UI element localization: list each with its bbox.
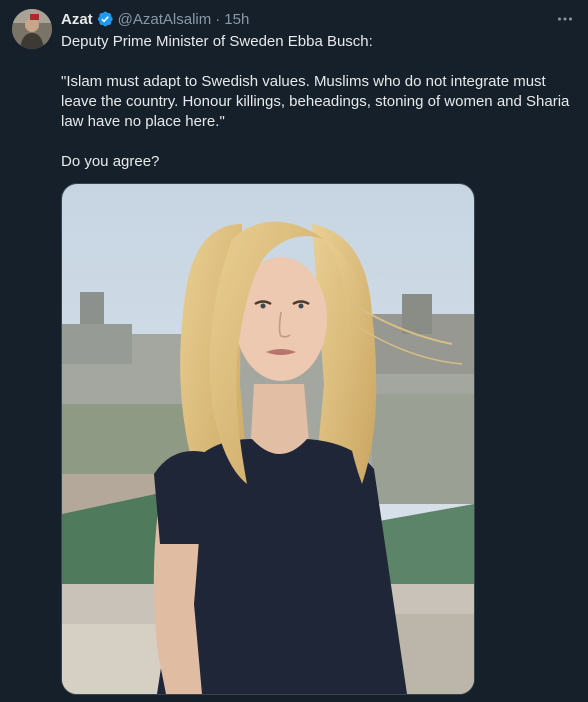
tweet: Azat @AzatAlsalim · 15h Deputy Prime Min… <box>0 0 588 702</box>
tweet-text-question: Do you agree? <box>61 153 160 170</box>
more-options-button[interactable] <box>554 8 576 30</box>
tweet-header: Azat @AzatAlsalim · 15h <box>61 9 249 29</box>
avatar[interactable] <box>12 9 52 49</box>
author-name[interactable]: Azat <box>61 11 93 28</box>
tweet-photo[interactable] <box>61 183 475 695</box>
photo-illustration <box>62 184 474 694</box>
more-options-icon <box>558 17 572 21</box>
avatar-image <box>12 9 52 49</box>
tweet-time[interactable]: 15h <box>224 11 249 28</box>
tweet-text-line-1: Deputy Prime Minister of Sweden Ebba Bus… <box>61 33 373 50</box>
tweet-text: Deputy Prime Minister of Sweden Ebba Bus… <box>61 32 573 172</box>
tweet-text-quote: "Islam must adapt to Swedish values. Mus… <box>61 73 570 130</box>
header-separator: · <box>215 10 221 28</box>
verified-badge-icon <box>97 11 113 27</box>
author-handle[interactable]: @AzatAlsalim <box>118 11 212 28</box>
